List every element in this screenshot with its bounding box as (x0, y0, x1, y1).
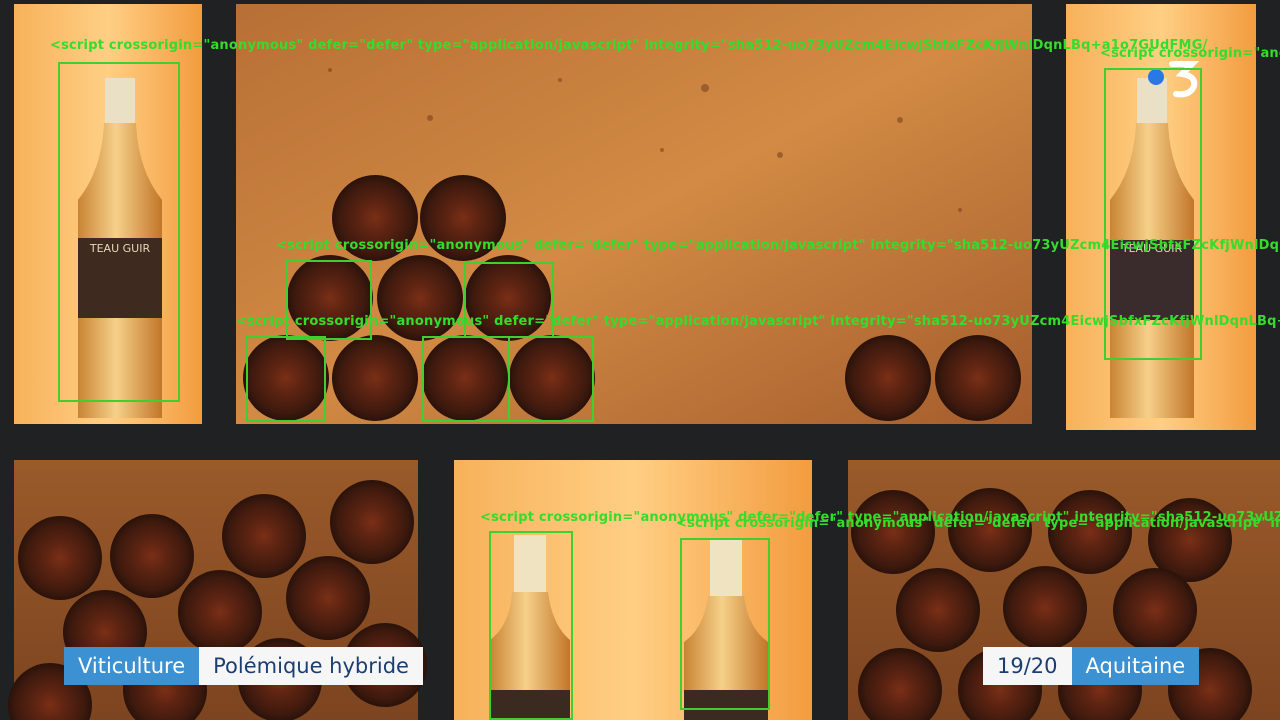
ticker-program: 19/20 (983, 647, 1072, 685)
overlay-text: <script crossorigin="anonymous" defer="d… (676, 516, 1280, 531)
overlay-text: <script crossorigin="anonymous" defer="d… (276, 238, 1280, 253)
ticker-category: Viticulture (64, 647, 200, 685)
detection-box (489, 531, 573, 720)
wine-cellar-scene: TEAU GUIR TEAU GUIR (0, 0, 1280, 720)
overlay-text: <script crossorigin="anonymous" defer="d… (236, 314, 1280, 329)
overlay-text: <script crossorigin="anonymous" defer="d… (1100, 46, 1280, 61)
detection-box (508, 336, 594, 422)
ticker-right: 19/20 Aquitaine (983, 647, 1200, 685)
detection-box (246, 336, 326, 422)
ticker-region: Aquitaine (1071, 647, 1200, 685)
detection-box (680, 538, 770, 710)
ticker-left: Viticulture Polémique hybride (64, 647, 423, 685)
overlay-text: <script crossorigin="anonymous" defer="d… (50, 38, 1208, 53)
detection-box (422, 336, 510, 422)
detection-box (58, 62, 180, 402)
ticker-headline: Polémique hybride (199, 647, 423, 685)
